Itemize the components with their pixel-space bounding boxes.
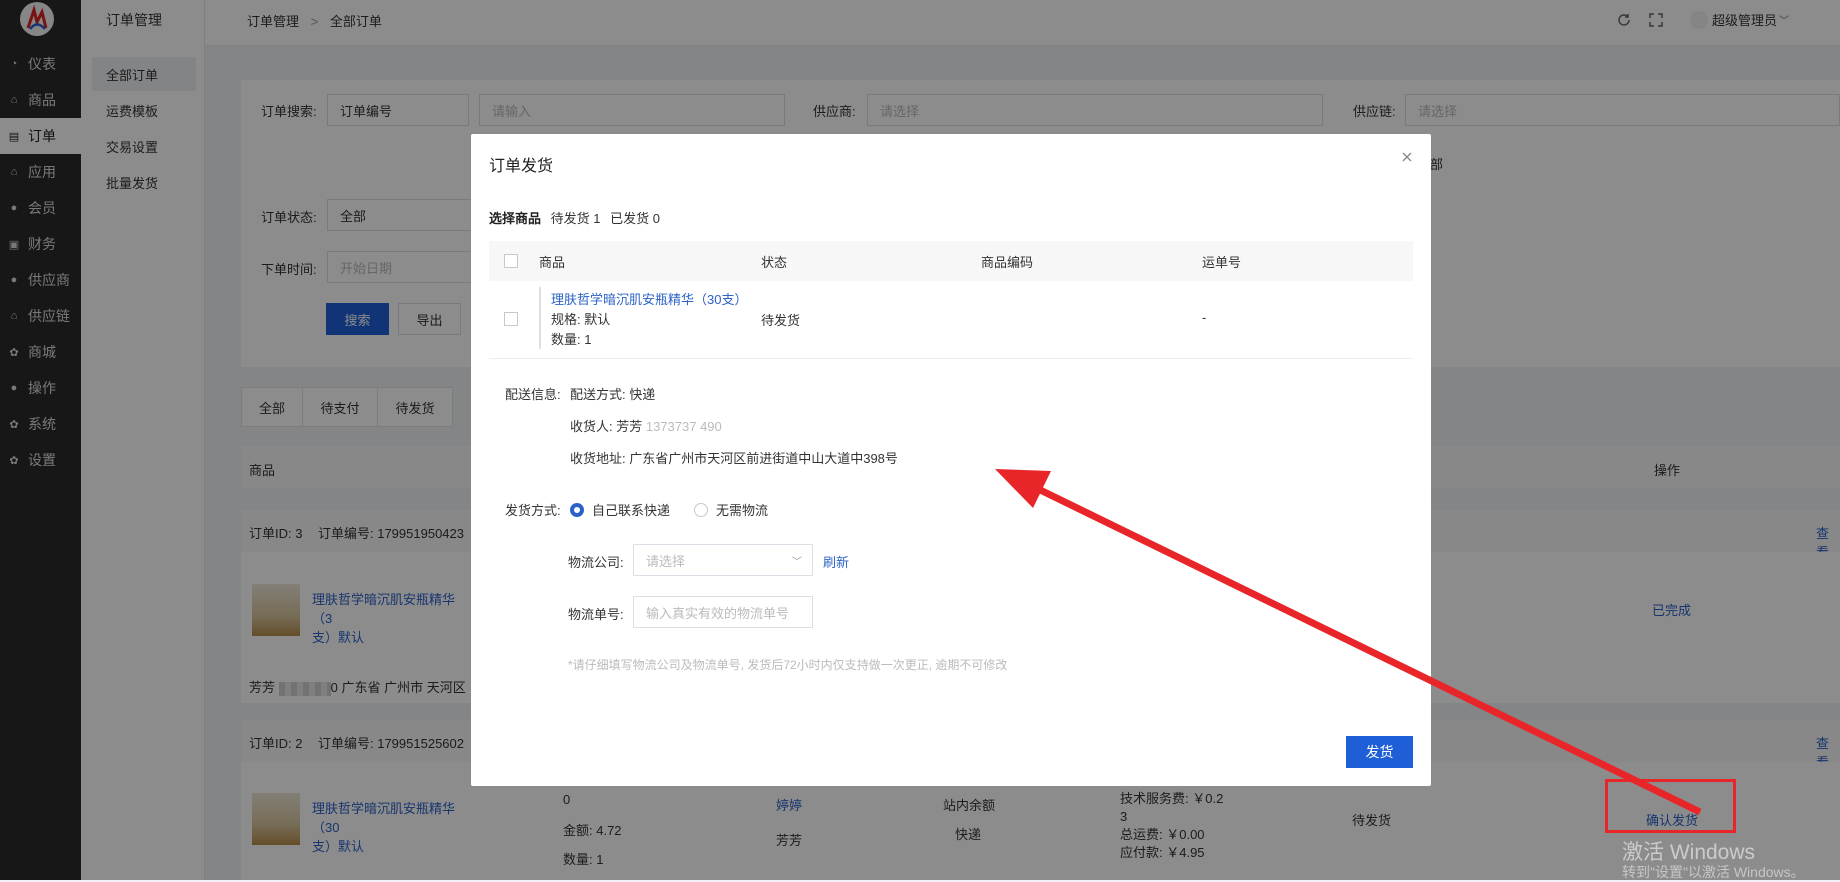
activation-watermark-subtitle: 转到"设置"以激活 Windows。 [1622, 864, 1805, 880]
annotation-arrow-icon [995, 469, 1702, 816]
